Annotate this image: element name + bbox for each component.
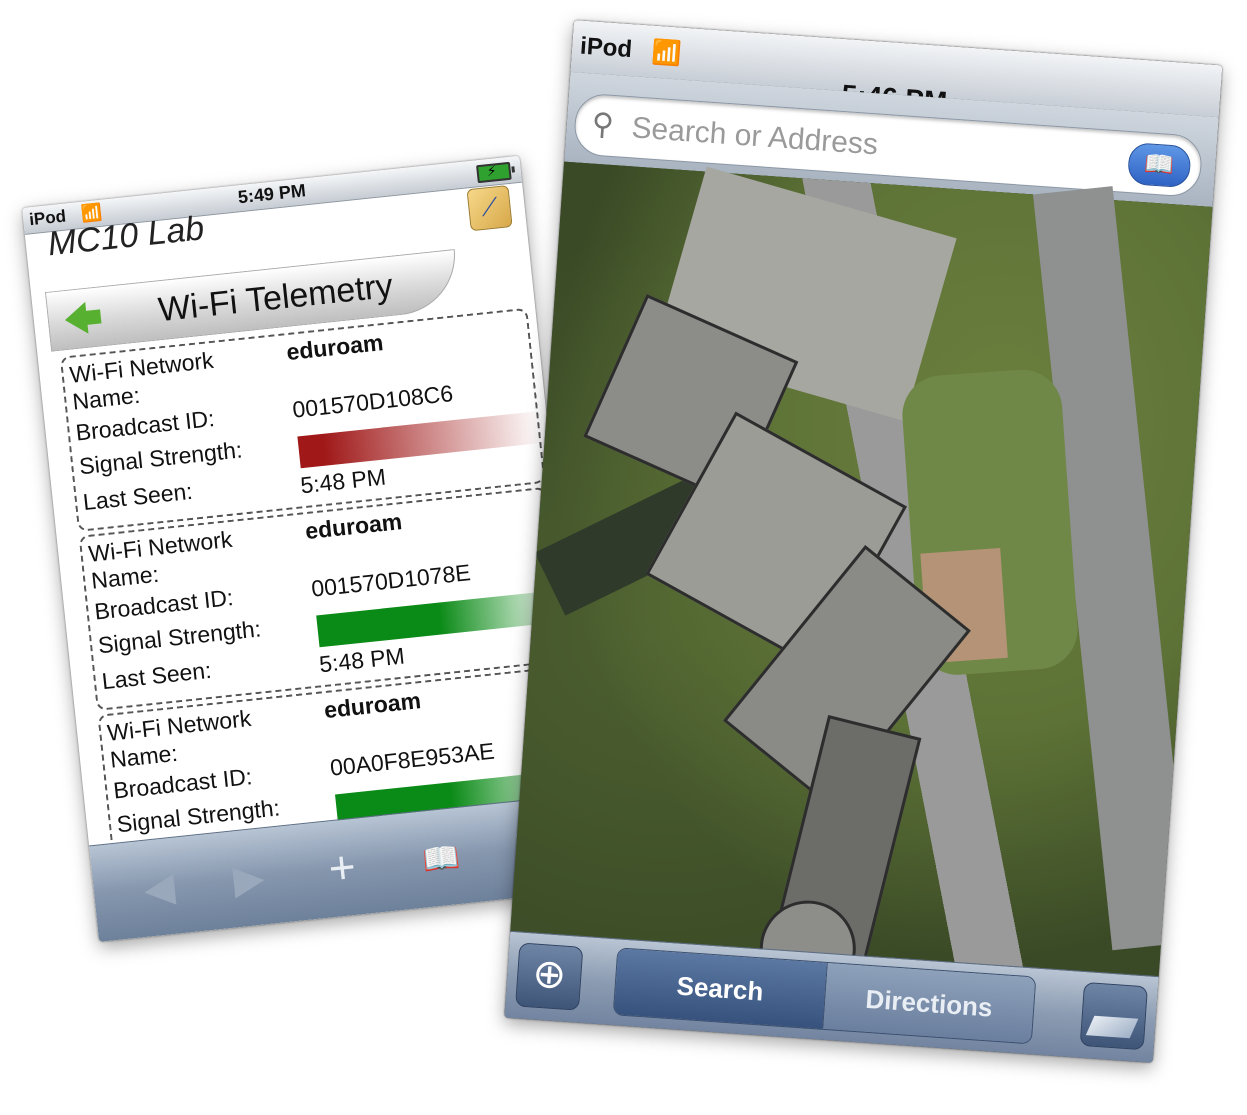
network-name-value: eduroam — [285, 329, 385, 366]
signal-strength-fill — [297, 410, 544, 469]
battery-icon: ⚡ — [476, 161, 512, 184]
maps-phone: iPod 📶 5:46 PM ⚡ ⚲ Search or Address 📖 ⊕… — [504, 20, 1223, 1063]
bookmarks-button[interactable]: 📖 — [1126, 142, 1192, 189]
broadcast-id-value: 00A0F8E953AE — [328, 737, 496, 781]
signal-strength-fill — [316, 589, 563, 648]
network-name-label: Wi-Fi Network Name: — [87, 525, 234, 594]
last-seen-label: Last Seen: — [81, 477, 194, 516]
wifi-icon: 📶 — [651, 38, 683, 68]
lab-logo-icon: ⟋ — [466, 185, 513, 232]
tab-search[interactable]: Search — [613, 948, 828, 1029]
satellite-map[interactable] — [510, 161, 1213, 1000]
bookmarks-icon[interactable]: 📖 — [421, 840, 462, 879]
search-icon: ⚲ — [590, 107, 615, 142]
network-name-value: eduroam — [322, 687, 423, 724]
wifi-telemetry-phone: iPod 📶 5:49 PM ⚡ MC10 Lab ⟋ Wi-Fi Teleme… — [22, 155, 597, 942]
page-title: Wi-Fi Telemetry — [156, 266, 395, 330]
signal-strength-bar — [316, 589, 563, 648]
carrier-label: iPod — [579, 32, 634, 64]
add-bookmark-icon[interactable]: + — [326, 839, 358, 896]
locate-me-icon[interactable]: ⊕ — [515, 942, 584, 1011]
network-name-label: Wi-Fi Network Name: — [68, 346, 215, 415]
network-name-label: Wi-Fi Network Name: — [105, 704, 253, 773]
last-seen-label: Last Seen: — [100, 656, 213, 695]
last-seen-value: 5:48 PM — [299, 463, 388, 499]
signal-strength-bar — [297, 410, 544, 469]
page-curl-icon[interactable] — [1079, 981, 1148, 1051]
forward-icon[interactable]: ▶ — [231, 854, 266, 903]
back-arrow-icon[interactable] — [63, 301, 89, 337]
broadcast-id-value: 001570D108C6 — [291, 380, 455, 423]
tab-directions[interactable]: Directions — [822, 962, 1036, 1044]
back-icon[interactable]: ◀ — [142, 864, 177, 913]
network-name-value: eduroam — [303, 508, 404, 545]
search-placeholder: Search or Address — [630, 111, 879, 162]
last-seen-value: 5:48 PM — [317, 642, 406, 678]
broadcast-id-value: 001570D1078E — [310, 559, 472, 602]
